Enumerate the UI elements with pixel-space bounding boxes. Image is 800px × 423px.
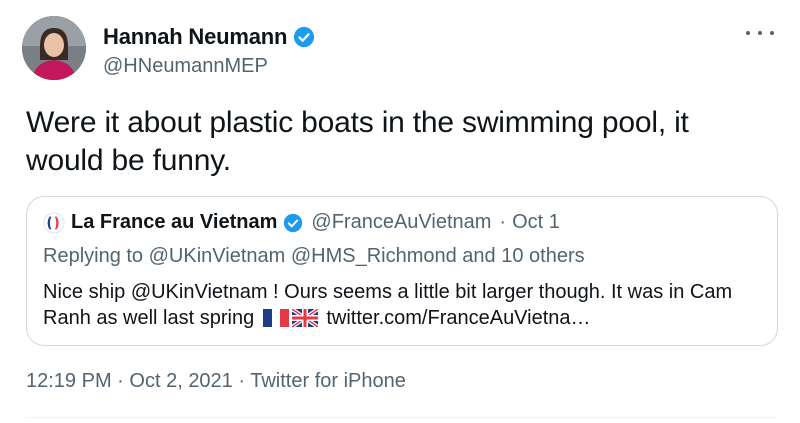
avatar[interactable]: [22, 16, 86, 80]
meta-separator: ·: [238, 370, 246, 392]
tweet-date[interactable]: Oct 2, 2021: [129, 370, 232, 392]
tweet-time[interactable]: 12:19 PM: [26, 370, 112, 392]
quoted-body: Nice ship @UKinVietnam ! Ours seems a li…: [43, 279, 763, 331]
quoted-author-handle: @FranceAuVietnam: [311, 211, 492, 233]
more-dot: [758, 31, 762, 35]
quoted-separator: ·: [499, 211, 507, 233]
quoted-tweet-card[interactable]: La France au Vietnam @FranceAuVietnam · …: [26, 196, 778, 346]
verified-badge-icon: [284, 213, 303, 232]
more-dot: [746, 31, 750, 35]
quoted-author-name[interactable]: La France au Vietnam: [71, 211, 277, 234]
meta-separator: ·: [117, 370, 124, 392]
quoted-date[interactable]: Oct 1: [512, 211, 560, 234]
more-dot: [770, 31, 774, 35]
avatar-image: [22, 16, 86, 80]
author-handle[interactable]: @HNeumannMEP: [103, 55, 315, 78]
verified-badge-icon: [294, 26, 315, 48]
replying-to: Replying to @UKinVietnam @HMS_Richmond a…: [43, 245, 585, 267]
divider: [26, 417, 778, 418]
tweet-meta: 12:19 PM · Oct 2, 2021 · Twitter for iPh…: [26, 370, 406, 393]
tweet-text: Were it about plastic boats in the swimm…: [26, 106, 689, 177]
more-icon[interactable]: [746, 23, 774, 43]
quoted-tweet-header: La France au Vietnam @FranceAuVietnam · …: [43, 211, 560, 234]
tweet-source[interactable]: Twitter for iPhone: [250, 370, 406, 392]
quoted-avatar: [43, 211, 65, 234]
author-name[interactable]: Hannah Neumann: [103, 24, 287, 50]
quoted-link[interactable]: twitter.com/FranceAuVietna…: [326, 307, 590, 329]
author-block: Hannah Neumann @HNeumannMEP: [103, 24, 315, 78]
france-flag-icon: [262, 309, 289, 327]
uk-flag-icon: [291, 309, 318, 327]
